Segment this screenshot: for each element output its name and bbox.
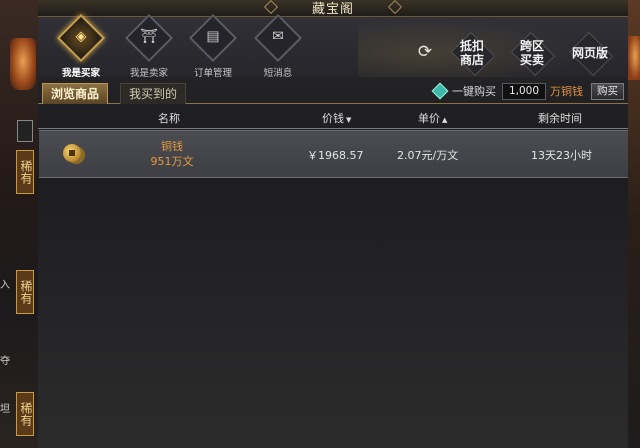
table-row[interactable]: 铜钱 951万文 ￥1968.57 2.07元/万文 13天23小时 [39, 130, 628, 178]
coin-icon: ◈ [56, 13, 106, 63]
window-title: 藏宝阁 [311, 2, 354, 17]
refresh-icon[interactable]: ⟳ [414, 41, 436, 63]
side-glyph: 坦 [0, 404, 10, 415]
button-label: 抵扣 [459, 39, 484, 53]
button-label: 跨区 [519, 39, 544, 53]
rare-tag: 稀有 [16, 150, 34, 194]
rare-tag: 稀有 [16, 392, 34, 436]
sort-up-icon: ▲ [442, 116, 448, 124]
deduction-shop-button[interactable]: 抵扣 商店 [450, 35, 494, 71]
envelope-icon: ✉ [253, 13, 303, 63]
nav-label: 订单管理 [193, 68, 232, 79]
gem-icon [431, 82, 449, 100]
title-ornament [263, 0, 279, 15]
treasure-pavilion-window: 藏宝阁 ◈ 我是买家 ⛩ 我是卖家 ▤ 订单管理 ✉ 短消息 ⟳ 抵扣 商店 跨区… [38, 0, 628, 448]
column-header-unit-price[interactable]: 单价 ▲ [418, 110, 447, 126]
item-name: 铜钱 [161, 140, 183, 153]
lantern-decoration [10, 38, 36, 90]
sort-down-icon: ▼ [346, 116, 352, 124]
quick-buy-unit: 万铜钱 [550, 85, 583, 98]
remaining-time-cell: 13天23小时 [531, 149, 592, 162]
quick-buy-bar: 一键购买 万铜钱 购买 [431, 82, 624, 100]
column-header-remaining: 剩余时间 [538, 112, 582, 125]
side-glyph: 入 [0, 280, 10, 291]
button-label: 商店 [459, 53, 484, 67]
top-navigation: ◈ 我是买家 ⛩ 我是卖家 ▤ 订单管理 ✉ 短消息 ⟳ 抵扣 商店 跨区 买卖 网… [38, 13, 628, 79]
ledger-icon: ▤ [188, 13, 238, 63]
lantern-decoration [628, 36, 640, 80]
button-label: 网页版 [571, 46, 608, 60]
quick-buy-label: 一键购买 [452, 85, 496, 98]
table-header: 名称 价钱 ▼ 单价 ▲ 剩余时间 [38, 106, 628, 128]
quick-buy-amount-input[interactable] [502, 82, 546, 100]
empty-list-area [38, 178, 628, 448]
nav-label: 我是卖家 [129, 68, 168, 79]
unit-price-cell: 2.07元/万文 [397, 149, 459, 162]
nav-messages[interactable]: ✉ 短消息 [248, 13, 308, 79]
game-backdrop-left: 稀有 稀有 稀有 入 夺 坦 [0, 0, 38, 448]
cross-server-trade-button[interactable]: 跨区 买卖 [510, 35, 554, 71]
column-header-price[interactable]: 价钱 ▼ [322, 110, 351, 126]
item-amount: 951万文 [150, 155, 194, 168]
side-glyph: 夺 [0, 356, 10, 367]
item-name-cell: 铜钱 951万文 [147, 139, 197, 169]
nav-label: 短消息 [263, 68, 293, 79]
web-version-button[interactable]: 网页版 [568, 35, 612, 71]
header-divider [38, 128, 628, 129]
copper-coin-icon [63, 144, 81, 162]
nav-label: 我是买家 [61, 68, 100, 79]
side-frame [17, 120, 33, 142]
nav-seller[interactable]: ⛩ 我是卖家 [119, 13, 179, 79]
column-header-name: 名称 [158, 112, 180, 125]
rare-tag: 稀有 [16, 270, 34, 314]
quick-buy-button[interactable]: 购买 [591, 82, 624, 100]
nav-buyer[interactable]: ◈ 我是买家 [51, 13, 111, 79]
tab-my-purchases[interactable]: 我买到的 [120, 83, 187, 104]
button-label: 买卖 [519, 53, 544, 67]
price-cell: ￥1968.57 [307, 149, 364, 162]
tab-browse-goods[interactable]: 浏览商品 [42, 83, 109, 104]
title-ornament [387, 0, 403, 15]
nav-orders[interactable]: ▤ 订单管理 [183, 13, 243, 79]
stall-icon: ⛩ [124, 13, 174, 63]
game-backdrop-right [628, 0, 640, 448]
title-bar[interactable]: 藏宝阁 [38, 0, 628, 17]
